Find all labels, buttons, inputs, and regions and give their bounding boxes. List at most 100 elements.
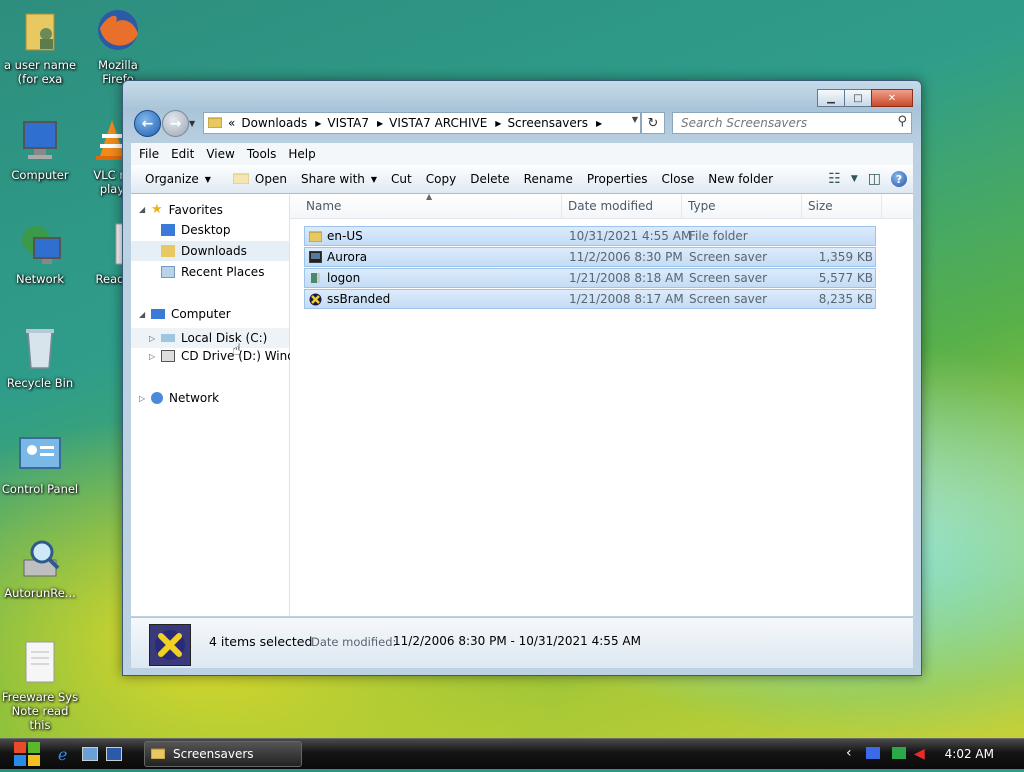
file-row[interactable]: logon 1/21/2008 8:18 AM Screen saver 5,5…	[304, 268, 876, 288]
menu-view[interactable]: View	[206, 147, 234, 161]
desktop-icon-network[interactable]: Network	[0, 222, 80, 286]
breadcrumb-vista7[interactable]: VISTA7	[327, 116, 369, 130]
desktop-icon-label: Recycle Bin	[6, 376, 74, 390]
nav-desktop[interactable]: Desktop	[161, 223, 231, 237]
breadcrumb-vista7-archive[interactable]: VISTA7 ARCHIVE	[389, 116, 487, 130]
windows-logo-icon	[14, 742, 40, 766]
recent-pages-dropdown[interactable]: ▼	[189, 119, 195, 128]
cut-button[interactable]: Cut	[391, 172, 412, 186]
expand-triangle-icon[interactable]: ▷	[149, 334, 161, 343]
nav-cd-drive[interactable]: ▷ CD Drive (D:) Windo	[149, 349, 302, 363]
desktop-icon-freeware-note[interactable]: Freeware Sys Note read this	[0, 640, 80, 732]
expand-triangle-icon[interactable]: ▷	[149, 352, 161, 361]
desktop-icon-control-panel[interactable]: Control Panel	[0, 432, 80, 496]
refresh-button[interactable]: ↻	[641, 112, 665, 134]
desktop-icon-user-folder[interactable]: a user name (for exa	[0, 8, 80, 86]
clock[interactable]: 4:02 AM	[945, 747, 994, 761]
nav-local-disk[interactable]: ▷ Local Disk (C:)	[131, 328, 289, 348]
file-name: ssBranded	[327, 292, 391, 306]
preview-pane-icon[interactable]: ◫	[868, 171, 881, 187]
tray-flag-icon[interactable]	[866, 747, 880, 759]
breadcrumb-downloads[interactable]: Downloads	[241, 116, 307, 130]
star-icon: ★	[151, 202, 163, 217]
delete-button[interactable]: Delete	[470, 172, 509, 186]
collapse-triangle-icon[interactable]: ◢	[139, 205, 151, 214]
desktop-icon-recycle-bin[interactable]: Recycle Bin	[0, 326, 80, 390]
organize-button[interactable]: Organize ▼	[145, 172, 211, 186]
nav-network[interactable]: ▷ Network	[139, 391, 219, 405]
breadcrumb-separator-icon[interactable]: ▶	[315, 119, 321, 128]
close-window-button[interactable]: ✕	[871, 89, 913, 107]
collapse-triangle-icon[interactable]: ◢	[139, 310, 151, 319]
nav-favorites[interactable]: ◢ ★ Favorites	[139, 202, 223, 217]
breadcrumb-separator-icon[interactable]: ▶	[596, 119, 602, 128]
breadcrumb-separator-icon[interactable]: ▶	[377, 119, 383, 128]
menu-file[interactable]: File	[139, 147, 159, 161]
desktop-icon-autorun[interactable]: AutorunRe...	[0, 536, 80, 600]
back-button[interactable]: ←	[134, 110, 161, 137]
nav-computer[interactable]: ◢ Computer	[139, 307, 231, 321]
nav-network-label: Network	[169, 391, 220, 405]
copy-button[interactable]: Copy	[426, 172, 456, 186]
file-row[interactable]: Aurora 11/2/2006 8:30 PM Screen saver 1,…	[304, 247, 876, 267]
folder-icon	[150, 747, 166, 762]
view-dropdown-icon[interactable]: ▼	[851, 174, 858, 184]
share-with-button[interactable]: Share with ▼	[301, 172, 377, 186]
internet-explorer-icon[interactable]: ℯ	[58, 745, 67, 764]
search-box[interactable]: ⚲	[672, 112, 912, 134]
switch-windows-icon[interactable]	[106, 747, 122, 761]
menu-help[interactable]: Help	[288, 147, 315, 161]
properties-button[interactable]: Properties	[587, 172, 648, 186]
arrow-left-icon: ←	[141, 115, 154, 132]
desktop-icon-label: Computer	[11, 168, 69, 182]
new-folder-button[interactable]: New folder	[708, 172, 773, 186]
column-size[interactable]: Size	[802, 194, 882, 218]
view-options-icon[interactable]: ☷	[828, 171, 841, 187]
maximize-button[interactable]: □	[844, 89, 872, 107]
file-type: Screen saver	[689, 271, 768, 285]
nav-downloads[interactable]: Downloads	[131, 241, 289, 261]
breadcrumb-overflow[interactable]: «	[228, 116, 235, 130]
chevron-down-icon: ▼	[370, 174, 378, 184]
copy-label: Copy	[425, 172, 457, 186]
file-row[interactable]: en-US 10/31/2021 4:55 AM File folder	[304, 226, 876, 246]
address-dropdown-icon[interactable]: ▼	[632, 115, 638, 124]
file-row[interactable]: ssBranded 1/21/2008 8:17 AM Screen saver…	[304, 289, 876, 309]
tray-expand-icon[interactable]: ‹	[846, 745, 852, 761]
hand-cursor-icon: ☝	[232, 340, 242, 359]
help-icon[interactable]: ?	[891, 171, 907, 187]
search-input[interactable]	[679, 115, 883, 131]
rename-button[interactable]: Rename	[524, 172, 573, 186]
folder-icon	[308, 230, 323, 243]
tray-network-icon[interactable]	[892, 747, 906, 759]
ssbranded-x-icon	[309, 293, 322, 306]
desktop-icon-firefox[interactable]: Mozilla Firefo	[78, 8, 158, 86]
autorun-magnifier-icon	[16, 536, 64, 582]
menu-edit[interactable]: Edit	[171, 147, 194, 161]
rename-label: Rename	[523, 172, 573, 186]
forward-button[interactable]: →	[162, 110, 189, 137]
file-name: Aurora	[327, 250, 368, 264]
menu-tools[interactable]: Tools	[247, 147, 277, 161]
search-icon[interactable]: ⚲	[897, 114, 907, 129]
nav-local-disk-label: Local Disk (C:)	[181, 331, 268, 345]
breadcrumb-separator-icon[interactable]: ▶	[495, 119, 501, 128]
breadcrumb-screensavers[interactable]: Screensavers	[507, 116, 588, 130]
column-type[interactable]: Type	[682, 194, 802, 218]
column-date-modified[interactable]: Date modified	[562, 194, 682, 218]
start-button[interactable]	[8, 739, 44, 769]
recycle-bin-icon	[16, 326, 64, 372]
tray-volume-icon[interactable]: ◀	[914, 746, 925, 762]
file-date: 11/2/2006 8:30 PM	[569, 250, 683, 264]
address-bar[interactable]: « Downloads ▶ VISTA7 ▶ VISTA7 ARCHIVE ▶ …	[203, 112, 641, 134]
nav-recent-places[interactable]: Recent Places	[161, 265, 264, 279]
minimize-button[interactable]: ▁	[817, 89, 845, 107]
taskbar-button-screensavers[interactable]: Screensavers	[144, 741, 302, 767]
show-desktop-icon[interactable]	[82, 747, 98, 761]
desktop-icon-label: Freeware Sys	[1, 690, 79, 704]
desktop-icon-computer[interactable]: Computer	[0, 118, 80, 182]
open-button[interactable]: Open	[232, 172, 287, 187]
expand-triangle-icon[interactable]: ▷	[139, 394, 151, 403]
organize-label: Organize	[145, 172, 199, 186]
close-button[interactable]: Close	[662, 172, 695, 186]
